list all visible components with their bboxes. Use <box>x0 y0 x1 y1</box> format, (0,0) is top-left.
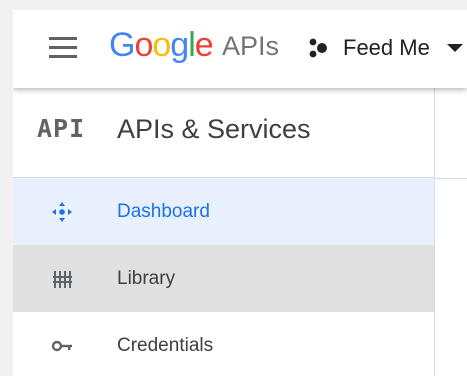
sidebar-item-label: Credentials <box>117 335 214 356</box>
dashboard-icon <box>52 202 72 222</box>
sidebar-item-label: Library <box>117 268 176 289</box>
project-dots-icon <box>309 38 327 58</box>
api-logo-icon: API <box>37 114 86 143</box>
logo-suffix: APIs <box>222 31 280 61</box>
sidebar-header: API APIs & Services <box>13 88 434 178</box>
top-app-bar: Google APIs Feed Me <box>13 10 467 88</box>
app-window: Google APIs Feed Me API APIs & Services <box>13 10 467 376</box>
key-icon <box>51 340 72 352</box>
section-title: APIs & Services <box>117 114 311 144</box>
main-content <box>435 88 467 376</box>
sidebar-item-credentials[interactable]: Credentials <box>13 312 434 376</box>
content-divider <box>435 178 467 179</box>
sidebar-item-dashboard[interactable]: Dashboard <box>13 178 434 245</box>
sidebar-item-library[interactable]: Library <box>13 245 434 312</box>
sidebar: API APIs & Services Dashboard Library Cr… <box>13 88 435 376</box>
library-icon <box>53 271 72 288</box>
project-name: Feed Me <box>343 35 430 60</box>
sidebar-item-label: Dashboard <box>117 201 210 222</box>
caret-down-icon <box>447 44 463 52</box>
hamburger-menu-icon[interactable] <box>49 37 77 59</box>
google-logo[interactable]: Google <box>109 25 214 65</box>
